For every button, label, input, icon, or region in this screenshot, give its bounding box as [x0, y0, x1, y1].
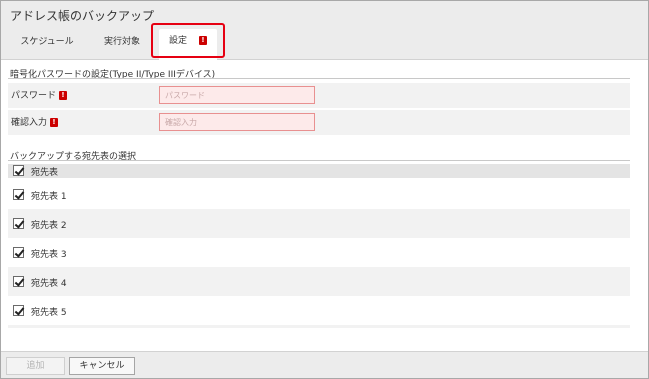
addressbook-3-checkbox[interactable] [13, 247, 24, 258]
addressbook-4-checkbox[interactable] [13, 276, 24, 287]
addressbook-4-label: 宛先表 4 [31, 279, 67, 289]
backup-dialog: アドレス帳のバックアップ スケジュール 実行対象 設定 ! 暗号化パスワードの設… [0, 0, 649, 379]
dialog-footer: 追加 キャンセル [1, 351, 648, 378]
tab-settings-label: 設定 [169, 36, 188, 46]
select-all-checkbox[interactable] [13, 165, 24, 176]
password-label: パスワード [11, 91, 57, 101]
addressbook-1-label: 宛先表 1 [31, 192, 67, 202]
password-row: パスワード! [8, 83, 630, 108]
list-item: 宛先表 3 [8, 238, 630, 267]
list-item: 宛先表 4 [8, 267, 630, 296]
tab-schedule[interactable]: スケジュール [9, 31, 85, 59]
list-item: 宛先表 2 [8, 209, 630, 238]
list-item: 宛先表 5 [8, 296, 630, 325]
addressbook-1-checkbox[interactable] [13, 189, 24, 200]
addressbook-5-checkbox[interactable] [13, 305, 24, 316]
addressbook-5-label: 宛先表 5 [31, 308, 67, 318]
addressbook-2-checkbox[interactable] [13, 218, 24, 229]
confirm-password-input[interactable] [159, 113, 315, 131]
confirm-row: 確認入力! [8, 110, 630, 135]
password-input[interactable] [159, 86, 315, 104]
required-icon: ! [59, 91, 68, 100]
confirm-label-group: 確認入力! [11, 115, 59, 128]
addressbook-list-header: 宛先表 [8, 164, 630, 178]
dialog-header: アドレス帳のバックアップ スケジュール 実行対象 設定 ! [1, 1, 648, 60]
list-end-spacer [8, 325, 630, 328]
required-icon: ! [50, 118, 59, 127]
required-icon: ! [198, 36, 207, 45]
list-item: 宛先表 1 [8, 180, 630, 209]
list-header-label: 宛先表 [31, 168, 59, 178]
addressbook-2-label: 宛先表 2 [31, 221, 67, 231]
section-divider [8, 78, 630, 79]
cancel-button[interactable]: キャンセル [69, 357, 135, 375]
confirm-label: 確認入力 [11, 118, 48, 128]
dialog-title: アドレス帳のバックアップ [10, 9, 155, 23]
tab-settings[interactable]: 設定 ! [159, 29, 217, 60]
addressbook-3-label: 宛先表 3 [31, 250, 67, 260]
password-label-group: パスワード! [11, 88, 68, 101]
tab-target[interactable]: 実行対象 [91, 31, 153, 59]
add-button[interactable]: 追加 [6, 357, 65, 375]
section-divider [8, 160, 630, 161]
